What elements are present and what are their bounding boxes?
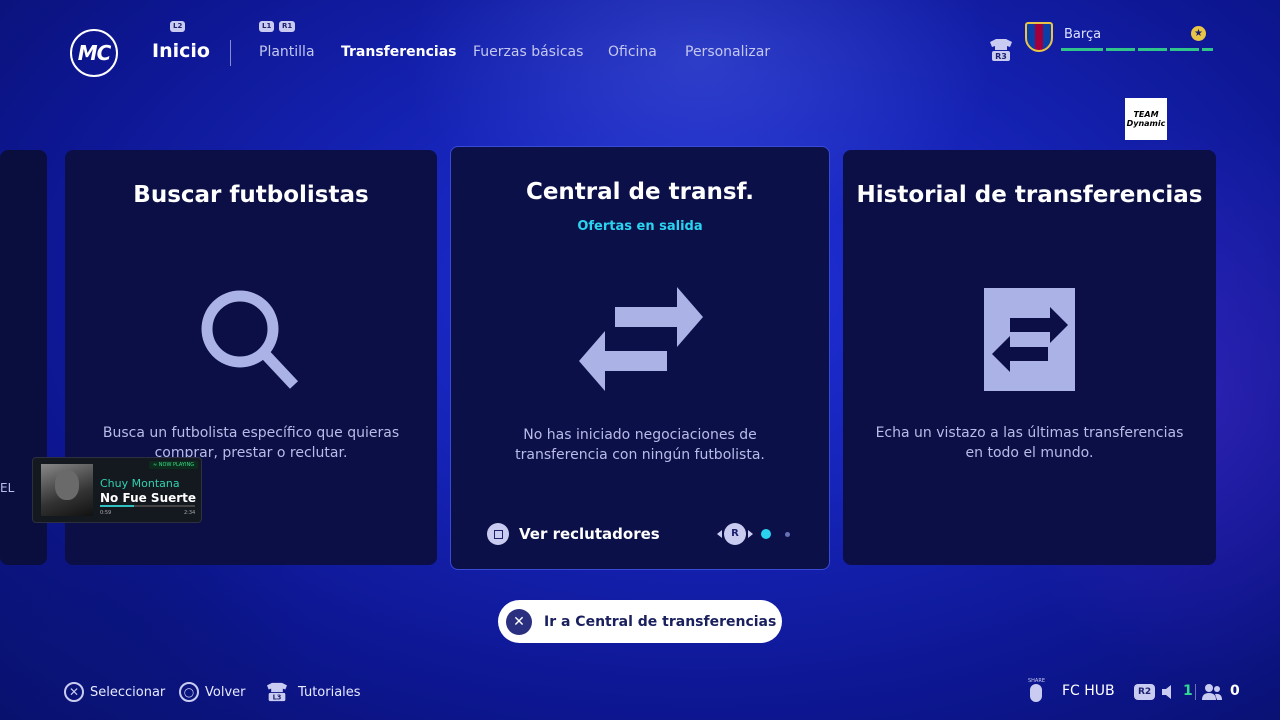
card-title: Buscar futbolistas <box>133 182 369 208</box>
r2-hint: R2 <box>1134 684 1156 700</box>
r3-hint: R3 <box>995 52 1007 61</box>
r1-hint: R1 <box>279 21 296 32</box>
hint-seleccionar-label: Seleccionar <box>90 684 166 700</box>
ver-reclutadores-button[interactable]: Ver reclutadores <box>487 523 660 545</box>
card-description: No has iniciado negociaciones de transfe… <box>515 427 765 463</box>
nav-divider <box>230 40 231 66</box>
np-progress <box>100 505 195 507</box>
club-progress-bar <box>1061 48 1213 51</box>
footer-divider <box>1195 684 1196 700</box>
l3-hint: L3 <box>273 694 282 702</box>
kit-icon[interactable]: R3 <box>986 38 1016 62</box>
album-art <box>41 464 93 516</box>
tab-oficina[interactable]: Oficina <box>608 44 657 60</box>
cross-button-icon: ✕ <box>506 608 532 635</box>
tab-plantilla[interactable]: Plantilla <box>259 44 315 60</box>
cross-button-icon: ✕ <box>64 682 84 702</box>
l2-hint: L2 <box>170 21 186 32</box>
transfer-history-icon <box>984 288 1075 391</box>
hint-seleccionar[interactable]: ✕ Seleccionar <box>64 682 165 702</box>
team-dynamic-logo: TEAM Dynamic <box>1125 98 1167 140</box>
touchpad-icon <box>1030 684 1042 702</box>
card-description: Echa un vistazo a las últimas transferen… <box>875 425 1184 461</box>
ir-central-button[interactable]: ✕ Ir a Central de transferencias <box>498 600 782 643</box>
hint-tutoriales-label: Tutoriales <box>298 684 361 700</box>
card-historial-transferencias[interactable]: Historial de transferencias Echa un vist… <box>843 150 1216 565</box>
ir-central-label: Ir a Central de transferencias <box>544 613 777 630</box>
ver-reclutadores-label: Ver reclutadores <box>519 525 660 543</box>
tab-fuerzas-basicas[interactable]: Fuerzas básicas <box>473 44 583 60</box>
np-song: No Fue Suerte <box>100 491 197 505</box>
notification-count: 1 <box>1183 683 1193 699</box>
speaker-icon[interactable] <box>1160 684 1176 700</box>
circle-button-icon: ○ <box>179 682 199 702</box>
pager-dot <box>785 531 790 537</box>
hint-volver[interactable]: ○ Volver <box>179 682 246 702</box>
pager-left-icon <box>717 530 722 538</box>
r-stick-hint: R <box>724 523 746 545</box>
np-artist: Chuy Montana <box>100 477 180 490</box>
square-button-icon <box>487 523 509 545</box>
tab-transferencias[interactable]: Transferencias <box>341 44 457 60</box>
now-playing-widget: ≈ NOW PLAYING Chuy Montana No Fue Suerte… <box>32 457 202 523</box>
magnifier-icon <box>201 290 299 389</box>
card-pager[interactable]: R <box>717 523 790 545</box>
club-crest-icon[interactable] <box>1025 22 1053 52</box>
nav-home[interactable]: Inicio <box>152 40 210 62</box>
np-elapsed: 0:59 <box>100 510 112 516</box>
pager-right-icon <box>748 530 753 538</box>
star-icon: ★ <box>1191 26 1206 41</box>
mc-logo: MC <box>70 29 118 77</box>
np-duration: 2:34 <box>184 510 196 516</box>
hint-tutoriales[interactable]: L3 Tutoriales <box>262 682 361 702</box>
friends-count: 0 <box>1230 683 1240 699</box>
hint-volver-label: Volver <box>205 684 246 700</box>
club-name: Barça <box>1064 27 1102 42</box>
friends-icon[interactable] <box>1201 683 1223 701</box>
fc-hub-button[interactable]: FC HUB <box>1062 683 1115 699</box>
card-central-transf[interactable]: Central de transf. Ofertas en salida No … <box>450 146 830 570</box>
card-previous-label: EL <box>0 481 15 495</box>
pager-dot-active <box>761 529 771 539</box>
now-playing-tag: ≈ NOW PLAYING <box>149 461 199 469</box>
tab-personalizar[interactable]: Personalizar <box>685 44 770 60</box>
card-title: Central de transf. <box>525 179 755 205</box>
l3-kit-icon: L3 <box>267 682 287 702</box>
l1-hint: L1 <box>259 21 275 32</box>
card-title: Historial de transferencias <box>856 182 1203 208</box>
card-subtitle: Ofertas en salida <box>577 219 703 234</box>
transfer-arrows-icon <box>579 287 703 391</box>
